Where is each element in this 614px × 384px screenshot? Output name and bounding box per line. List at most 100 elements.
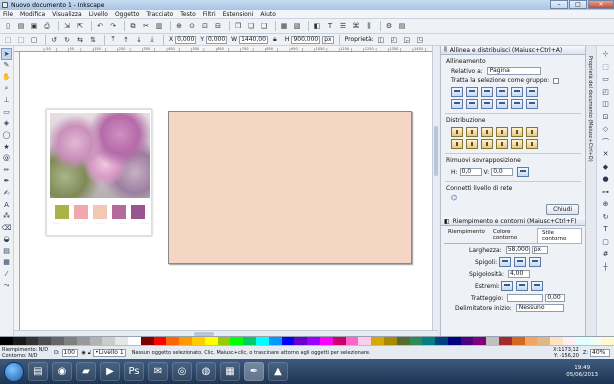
snap-bbox-icon[interactable]: ⬚ [600,61,612,73]
y-field[interactable]: 0,000 [205,35,228,44]
close-button[interactable]: ✕ [588,0,614,9]
clone-icon[interactable]: ❏ [246,21,256,31]
align-right-edge-icon[interactable] [510,87,523,97]
tab-fill[interactable]: Riempimento [444,228,489,243]
dropper-tool-icon[interactable]: ⁄ [1,268,12,280]
snap-rotation-icon[interactable]: ↻ [600,211,612,223]
unclump-icon[interactable] [525,139,538,149]
scale-stroke-icon[interactable]: ◫ [376,35,386,45]
tweak-tool-icon[interactable]: ✋ [1,71,12,83]
distribute-left-icon[interactable] [450,127,463,137]
lower-icon[interactable]: ↓ [134,35,144,45]
group-icon[interactable]: ▦ [279,21,289,31]
clock[interactable]: 19:49 05/06/2013 [566,365,598,379]
fill-stroke-icon[interactable]: ◧ [312,21,322,31]
select-all-icon[interactable]: ⬚ [3,35,13,45]
eraser-tool-icon[interactable]: ⌫ [1,222,12,234]
dash-pattern-select[interactable] [507,294,544,302]
photoshop-icon[interactable]: Ps [124,362,144,381]
chrome-icon[interactable]: ◉ [52,362,72,381]
snap-cusp-icon[interactable]: ◆ [600,161,612,173]
layer-select[interactable]: •Livello 1 [93,348,126,357]
page-rectangle[interactable] [168,111,412,264]
align-left-icon[interactable] [465,87,478,97]
select-all-layers-icon[interactable]: ⬚ [16,35,26,45]
raise-icon[interactable]: ↑ [121,35,131,45]
snap-bbox-center-icon[interactable]: ⊡ [600,111,612,123]
dash-offset-field[interactable]: 0,00 [545,294,566,302]
node-tool-icon[interactable]: ✎ [1,60,12,72]
explorer-icon[interactable]: ▤ [28,362,48,381]
redo-icon[interactable]: ↷ [108,21,118,31]
flip-v-icon[interactable]: ⇅ [88,35,98,45]
snap-path-icon[interactable]: ⌒ [600,136,612,148]
remove-overlap-icon[interactable] [516,167,529,177]
3dbox-tool-icon[interactable]: ◈ [1,118,12,130]
unlink-clone-icon[interactable]: ❑ [259,21,269,31]
tab-stroke-paint[interactable]: Colore contorno [489,228,537,243]
menu-file[interactable]: File [3,11,13,18]
align-top-icon[interactable] [465,99,478,109]
cap-round-icon[interactable] [516,281,529,291]
snap-intersection-icon[interactable]: ✕ [600,148,612,160]
miter-limit-field[interactable]: 4,00 [507,270,530,278]
measure-tool-icon[interactable]: ⊥ [1,94,12,106]
document-properties-tab[interactable]: Proprietà del documento (Maiusc+Ctrl+D) [585,46,596,336]
snap-midpoint-icon[interactable]: ⊶ [600,186,612,198]
pencil-tool-icon[interactable]: ✏ [1,164,12,176]
ungroup-icon[interactable]: ▧ [292,21,302,31]
layers-icon[interactable]: ☰ [338,21,348,31]
connector-tool-icon[interactable]: ⤳ [1,280,12,292]
connector-network-icon[interactable]: ⌬ [451,194,457,202]
distribute-baseline-h-icon[interactable] [510,127,523,137]
cap-square-icon[interactable] [531,281,544,291]
cap-butt-icon[interactable] [501,281,514,291]
snap-bbox-edge-icon[interactable]: ▭ [600,73,612,85]
zoom-drawing-icon[interactable]: ⊙ [187,21,197,31]
calligraphy-tool-icon[interactable]: ✍ [1,187,12,199]
relative-to-select[interactable]: Pagina [486,67,541,75]
spiral-tool-icon[interactable]: @ [1,152,12,164]
selector-tool-icon[interactable]: ➤ [1,48,12,60]
align-panel-header[interactable]: ⫼ Allinea e distribuisci (Maiusc+Ctrl+A) [441,46,585,55]
treat-group-checkbox[interactable] [553,77,560,84]
overlap-h-field[interactable]: 0,0 [459,168,482,176]
distribute-gaps-v-icon[interactable] [480,139,493,149]
moodboard-card[interactable]: ........ ........ ........ ........ ....… [46,109,152,236]
unit-select[interactable]: px [322,35,334,44]
export-icon[interactable]: ⇱ [75,21,85,31]
align-right-icon[interactable] [495,87,508,97]
snap-bbox-corner-icon[interactable]: ◰ [600,86,612,98]
save-icon[interactable]: ▣ [29,21,39,31]
mesh-tool-icon[interactable]: ▦ [1,257,12,269]
lower-bottom-icon[interactable]: ⤓ [147,35,157,45]
stroke-width-field[interactable]: 58,000 [505,246,530,254]
distribute-bottom-icon[interactable] [465,139,478,149]
tab-stroke-style[interactable]: Stile contorno [536,228,582,243]
duplicate-icon[interactable]: ❐ [233,21,243,31]
ellipse-tool-icon[interactable]: ◯ [1,129,12,141]
snap-text-baseline-icon[interactable]: T [600,223,612,235]
snap-enable-icon[interactable]: ⊹ [600,48,612,60]
overlap-v-field[interactable]: 0,0 [491,168,514,176]
menu-layer[interactable]: Livello [89,11,108,18]
undo-icon[interactable]: ↶ [95,21,105,31]
menu-help[interactable]: Aiuto [260,11,276,18]
distribute-top-icon[interactable] [525,127,538,137]
menu-view[interactable]: Visualizza [52,11,82,18]
align-center-v-icon[interactable] [480,87,493,97]
firefox-icon[interactable]: ◍ [196,362,216,381]
menu-path[interactable]: Tracciato [146,11,173,18]
distribute-center-v-icon[interactable] [450,139,463,149]
rotate-ccw-icon[interactable]: ↺ [49,35,59,45]
vlc-icon[interactable]: ▲ [268,362,288,381]
inkscape-taskbar-icon[interactable]: ✒ [244,362,264,381]
maximize-button[interactable]: □ [569,0,587,9]
flip-h-icon[interactable]: ⇆ [75,35,85,45]
menu-filters[interactable]: Filtri [203,11,216,18]
preferences-icon[interactable]: ⚙ [384,21,394,31]
vertical-scrollbar[interactable] [432,46,439,330]
lock-icon[interactable]: 🔒︎ [270,35,280,45]
new-icon[interactable]: ▯ [3,21,13,31]
deselect-icon[interactable]: ▢ [29,35,39,45]
